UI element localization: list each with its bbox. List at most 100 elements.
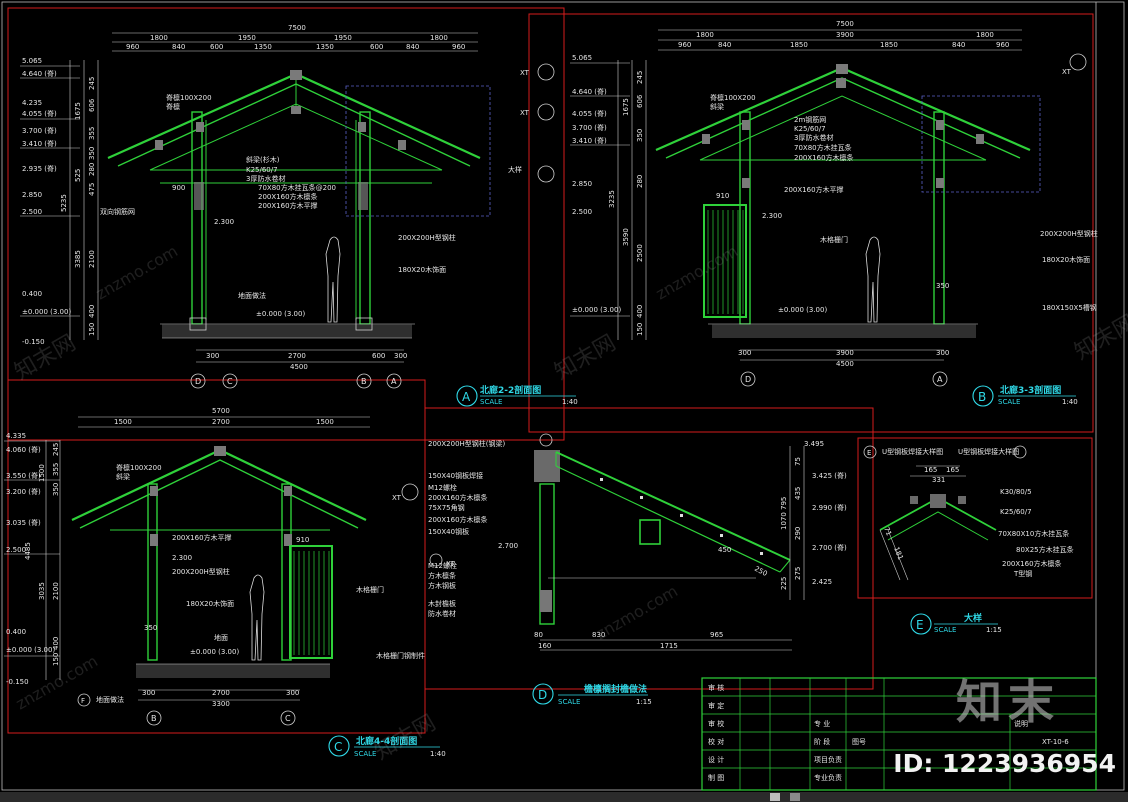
b-dim-total: 7500 <box>836 20 854 28</box>
d-note: 防水卷材 <box>428 609 456 618</box>
c-elev: 3.550 (脊) <box>6 471 41 480</box>
b-dim-top2: 1850 <box>880 41 898 49</box>
a-elev: 4.055 (脊) <box>22 109 57 118</box>
c-door-grille <box>289 545 333 659</box>
b-note: 200X200H型钢柱 <box>1040 229 1098 238</box>
b-callout-xt: XT <box>1062 68 1072 76</box>
b-left-dim: 400 <box>636 305 644 318</box>
scroll-right-arrow[interactable] <box>790 793 800 801</box>
section-a: 7500 1800 1950 1950 1800 960 840 600 135… <box>20 24 578 407</box>
a-note: 地面做法 <box>238 291 266 300</box>
section-b-letter: B <box>978 390 986 404</box>
b-dim-top2: 960 <box>996 41 1009 49</box>
d-note: M12螺栓 <box>428 483 457 492</box>
watermark-site: znzmo.com <box>593 581 682 643</box>
d-note: 200X160方木檩条 <box>428 493 488 502</box>
a-left-dim: 400 <box>88 305 96 318</box>
b-axis-label: D <box>745 375 751 384</box>
b-elev: 2.500 <box>572 208 592 216</box>
section-b-title: 北廊3-3剖面图 <box>1000 384 1061 396</box>
c-left-dim: 3035 <box>38 582 46 600</box>
c-note: 木格栅门钢制件 <box>376 651 425 660</box>
a-note: 200X200H型钢柱 <box>398 233 456 242</box>
d-bottom-dim: 80 <box>534 631 543 639</box>
c-note: 910 <box>296 536 309 544</box>
c-elev: 3.200 (脊) <box>6 487 41 496</box>
d-right-dim: 435 <box>794 487 802 500</box>
section-d-letter: D <box>538 688 547 702</box>
c-dim-top1: 1500 <box>114 418 132 426</box>
a-note: 3厚防水卷材 <box>246 174 285 183</box>
a-note: ±0.000 (3.00) <box>256 310 305 318</box>
b-axis-label: A <box>937 375 943 384</box>
a-dim-top1: 1950 <box>238 34 256 42</box>
b-elev: 3.700 (脊) <box>572 123 607 132</box>
b-note: 斜梁 <box>710 102 724 111</box>
watermark-site: znzmo.com <box>93 241 182 303</box>
d-note: 150X40钢板焊接 <box>428 471 483 480</box>
viewport-frame-b <box>528 13 1094 433</box>
a-bottom-dim: 300 <box>206 352 219 360</box>
a-small: 2.300 <box>214 218 234 226</box>
tb-cell: 阶 段 <box>814 737 830 746</box>
d-bottom-dim: 160 <box>538 642 551 650</box>
tb-row-label: 审 校 <box>708 719 724 728</box>
a-left-dim: 350 <box>88 147 96 160</box>
c-note: 斜梁 <box>116 472 130 481</box>
e-num: 165 <box>924 466 937 474</box>
a-elev: 0.400 <box>22 290 42 298</box>
section-c: 5700 1500 2700 1500 4.335 4.060 (脊) 3.55… <box>4 407 446 758</box>
c-callout-f: F <box>81 697 85 705</box>
d-right-dim: 795 <box>780 497 788 510</box>
section-e: E U型钢板焊接大样图 U型钢板焊接大样图 165 165 331 71 181… <box>863 445 1074 635</box>
e-num: 181 <box>892 546 904 561</box>
d-right-dim: 225 <box>780 577 788 590</box>
watermark-text: 知末网 <box>11 331 81 386</box>
c-left-dim: 2100 <box>52 582 60 600</box>
section-d-scale-word: SCALE <box>558 698 580 706</box>
d-note: 150X40钢板 <box>428 527 469 536</box>
c-axis-label: C <box>285 714 291 723</box>
c-note: 2.300 <box>172 554 192 562</box>
b-note: 180X150X5槽钢 <box>1042 303 1097 312</box>
b-elev: 3.410 (脊) <box>572 136 607 145</box>
c-note: 脊檩100X200 <box>116 463 162 472</box>
d-note: 75X75角钢 <box>428 503 465 512</box>
tb-sheet-number: XT-10-6 <box>1042 738 1069 746</box>
a-left-dim: 525 <box>74 169 82 182</box>
viewport-frame-a <box>7 7 565 441</box>
a-note: 70X80方木挂瓦条@200 <box>258 183 336 192</box>
section-a-scale-word: SCALE <box>480 398 502 406</box>
e-label: 80X25方木挂瓦条 <box>1016 545 1074 554</box>
e-label: T型钢 <box>1013 569 1032 578</box>
a-callout-xt: XT <box>520 69 530 77</box>
a-note: 200X160方木平撑 <box>258 201 318 210</box>
e-label: K25/60/7 <box>1000 508 1032 516</box>
a-dim-top1: 1950 <box>334 34 352 42</box>
section-c-scale: 1:40 <box>430 750 446 758</box>
a-dim-top1: 1800 <box>150 34 168 42</box>
a-dim-top2: 1350 <box>254 43 272 51</box>
b-dim-top2: 840 <box>718 41 731 49</box>
c-left-dim: 245 <box>52 443 60 456</box>
b-left-dim: 606 <box>636 94 644 108</box>
b-elev: 4.055 (脊) <box>572 109 607 118</box>
a-elev: ±0.000 (3.00) <box>22 308 71 316</box>
tb-cell: 专 业 <box>814 719 830 728</box>
section-b-scale-word: SCALE <box>998 398 1020 406</box>
a-elev: 2.500 <box>22 208 42 216</box>
c-bottom-dim: 300 <box>286 689 299 697</box>
b-note: 木格栅门 <box>820 235 848 244</box>
b-note: 脊檩100X200 <box>710 93 756 102</box>
horizontal-scrollbar[interactable] <box>0 792 1128 802</box>
d-note: 方木钢板 <box>428 581 456 590</box>
section-a-scale: 1:40 <box>562 398 578 406</box>
scroll-left-arrow[interactable] <box>770 793 780 801</box>
a-elev: 3.700 (脊) <box>22 126 57 135</box>
b-dim-top1: 3900 <box>836 31 854 39</box>
c-elev: 0.400 <box>6 628 26 636</box>
a-axis-label: A <box>391 377 397 386</box>
e-num: 165 <box>946 466 959 474</box>
b-scale-figure <box>865 236 881 323</box>
d-note: 方木檩条 <box>428 571 456 580</box>
